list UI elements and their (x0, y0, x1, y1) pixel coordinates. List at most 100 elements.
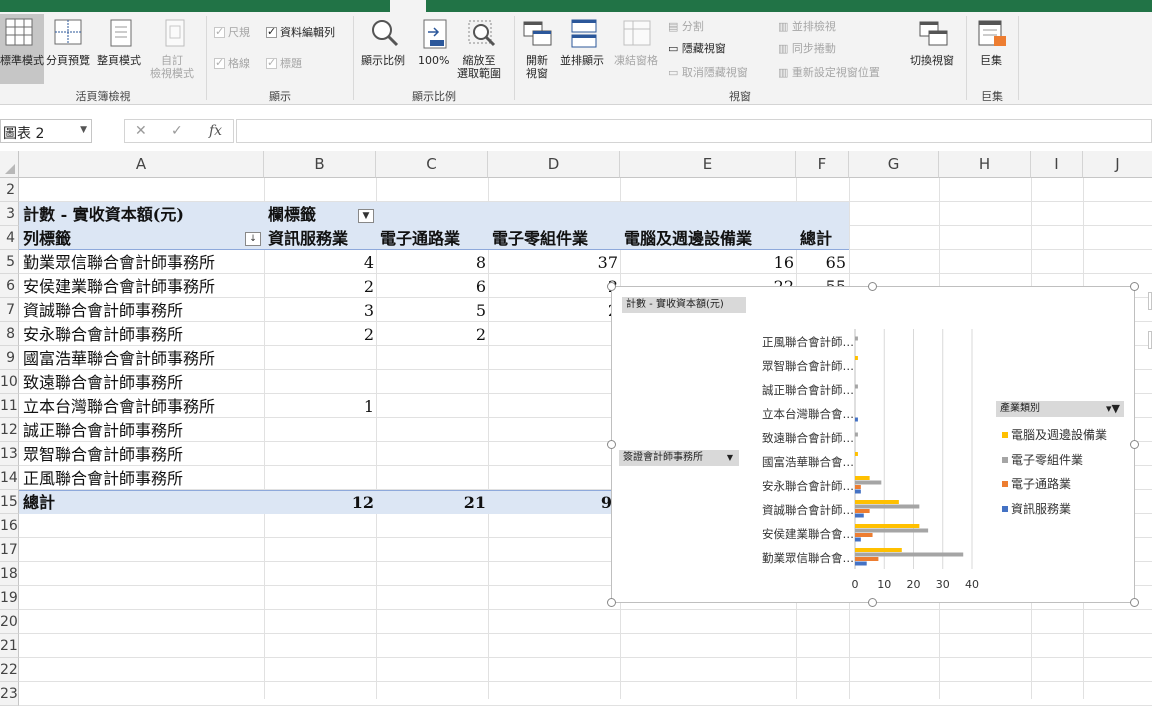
formula-bar-checkbox[interactable]: 資料編輯列 (266, 25, 335, 39)
bar-1-0[interactable] (855, 557, 879, 561)
bar-2-5[interactable] (855, 432, 858, 437)
column-header-b[interactable]: B (264, 151, 376, 178)
bar-3-3[interactable] (855, 476, 870, 480)
bar-2-1[interactable] (855, 528, 929, 533)
bar-3-8[interactable] (855, 356, 858, 360)
resize-handle[interactable] (1130, 440, 1139, 449)
pivot-row-label[interactable]: 國富浩華聯合會計師事務所 (23, 347, 263, 371)
column-header-a[interactable]: A (19, 151, 264, 178)
resize-handle[interactable] (607, 440, 616, 449)
switch-windows-button[interactable]: 切換視窗 (910, 54, 954, 67)
row-header[interactable]: 11 (0, 394, 19, 418)
column-header-h[interactable]: H (939, 151, 1031, 178)
pivot-row-label[interactable]: 安侯建業聯合會計師事務所 (23, 275, 263, 299)
resize-handle[interactable] (607, 598, 616, 607)
pivot-value-cell[interactable]: 2 (488, 299, 620, 323)
select-all-button[interactable] (0, 151, 19, 178)
column-header-e[interactable]: E (620, 151, 796, 178)
row-header[interactable]: 6 (0, 274, 19, 298)
bar-2-2[interactable] (855, 504, 920, 509)
row-header[interactable]: 4 (0, 226, 19, 250)
legend-item[interactable]: 電子零組件業 (1002, 451, 1083, 468)
row-header[interactable]: 12 (0, 418, 19, 442)
tab-view[interactable] (390, 0, 426, 12)
row-header[interactable]: 8 (0, 322, 19, 346)
bar-2-7[interactable] (855, 384, 858, 389)
bar-3-2[interactable] (855, 500, 899, 504)
unhide-window-button[interactable]: ▭ 取消隱藏視窗 (668, 66, 748, 79)
row-header[interactable]: 18 (0, 562, 19, 586)
bar-2-3[interactable] (855, 480, 882, 485)
sync-scroll-button[interactable]: ▥ 同步捲動 (778, 42, 836, 55)
column-header-j[interactable]: J (1083, 151, 1152, 178)
legend-item[interactable]: 電子通路業 (1002, 475, 1071, 492)
custom-views-button[interactable]: 自訂 檢視模式 (150, 54, 194, 80)
pivot-row-label[interactable]: 正風聯合會計師事務所 (23, 467, 263, 491)
bar-2-9[interactable] (855, 336, 858, 341)
row-header[interactable]: 19 (0, 586, 19, 610)
formula-input[interactable] (236, 119, 1152, 143)
column-header-f[interactable]: F (796, 151, 849, 178)
pivot-row-label[interactable]: 致遠聯合會計師事務所 (23, 371, 263, 395)
resize-handle[interactable] (868, 282, 877, 291)
bar-0-0[interactable] (855, 561, 867, 566)
pivot-value-cell[interactable]: 65 (796, 251, 848, 275)
ruler-checkbox[interactable]: 尺規 (214, 25, 250, 39)
pivot-value-cell[interactable]: 2 (488, 275, 620, 299)
row-header[interactable]: 17 (0, 538, 19, 562)
row-header[interactable]: 13 (0, 442, 19, 466)
view-side-by-side-button[interactable]: ▥ 並排檢視 (778, 20, 836, 33)
bar-3-0[interactable] (855, 548, 902, 552)
bar-3-1[interactable] (855, 524, 920, 528)
cancel-icon[interactable]: ✕ (135, 123, 147, 139)
pivot-value-cell[interactable]: 8 (376, 251, 488, 275)
pivot-value-cell[interactable]: 3 (264, 299, 376, 323)
row-header[interactable]: 9 (0, 346, 19, 370)
bar-0-2[interactable] (855, 513, 864, 518)
chevron-down-icon[interactable]: ▼ (80, 125, 87, 135)
pivot-value-cell[interactable]: 6 (376, 275, 488, 299)
pivot-row-label[interactable]: 誠正聯合會計師事務所 (23, 419, 263, 443)
insert-function-icon[interactable]: fx (209, 123, 222, 139)
pivot-row-label[interactable]: 立本台灣聯合會計師事務所 (23, 395, 263, 419)
pivot-row-label[interactable]: 眾智聯合會計師事務所 (23, 443, 263, 467)
pivot-value-cell[interactable]: 37 (488, 251, 620, 275)
freeze-panes-button[interactable]: 凍結窗格 (614, 54, 658, 67)
reset-window-position-button[interactable]: ▥ 重新設定視窗位置 (778, 66, 880, 79)
column-header-g[interactable]: G (849, 151, 939, 178)
bar-1-3[interactable] (855, 485, 861, 489)
page-layout-button[interactable]: 整頁模式 (97, 54, 141, 67)
bar-0-6[interactable] (855, 417, 858, 422)
enter-icon[interactable]: ✓ (171, 123, 183, 139)
row-header[interactable]: 15 (0, 490, 19, 514)
pivot-row-label[interactable]: 勤業眾信聯合會計師事務所 (23, 251, 263, 275)
name-box[interactable]: 圖表 2 ▼ (0, 119, 92, 143)
split-button[interactable]: ▤ 分割 (668, 20, 704, 33)
page-break-preview-button[interactable]: 分頁預覽 (46, 54, 90, 67)
bar-3-4[interactable] (855, 452, 858, 456)
pivot-value-cell[interactable]: 2 (264, 323, 376, 347)
pivot-row-label[interactable]: 資誠聯合會計師事務所 (23, 299, 263, 323)
row-header[interactable]: 10 (0, 370, 19, 394)
resize-handle[interactable] (1130, 598, 1139, 607)
pivot-row-label[interactable]: 安永聯合會計師事務所 (23, 323, 263, 347)
zoom-to-selection-button[interactable]: 縮放至 選取範圍 (457, 54, 501, 80)
bar-1-1[interactable] (855, 533, 873, 537)
zoom-100-button[interactable]: 100% (418, 54, 449, 67)
hide-window-button[interactable]: ▭ 隱藏視窗 (668, 42, 726, 55)
resize-handle[interactable] (1130, 282, 1139, 291)
resize-handle[interactable] (607, 282, 616, 291)
resize-handle[interactable] (868, 598, 877, 607)
pivot-value-cell[interactable]: 2 (376, 323, 488, 347)
row-header[interactable]: 21 (0, 634, 19, 658)
row-header[interactable]: 23 (0, 682, 19, 706)
column-filter-button[interactable]: ▼ (358, 209, 374, 223)
row-header[interactable]: 5 (0, 250, 19, 274)
bar-1-2[interactable] (855, 509, 870, 513)
headings-checkbox[interactable]: 標題 (266, 56, 302, 70)
row-header[interactable]: 22 (0, 658, 19, 682)
row-header[interactable]: 20 (0, 610, 19, 634)
pivot-chart[interactable]: 計數 - 實收資本額(元) 簽證會計師事務所 ▼ 產業類別 ▾▼ 0 10 20 30 40… (611, 286, 1135, 603)
row-filter-button[interactable]: ↓ (245, 232, 261, 246)
macros-button[interactable]: 巨集 (980, 54, 1002, 67)
